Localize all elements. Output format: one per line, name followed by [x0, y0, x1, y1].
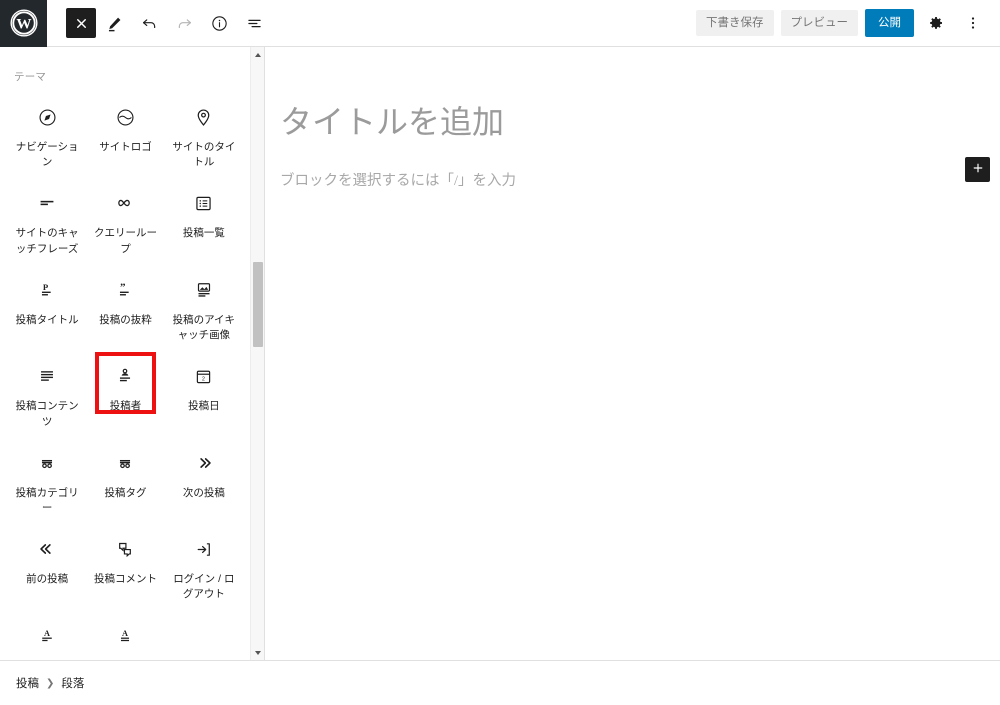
block-item-next-post[interactable]: 次の投稿 [165, 438, 243, 524]
publish-button[interactable]: 公開 [865, 8, 914, 38]
block-item-term-description[interactable]: A タームの説明 [8, 611, 86, 660]
post-excerpt-icon: ” [114, 277, 136, 303]
next-post-icon [193, 450, 215, 476]
block-inserter-scroll-content: テーマ ナビゲーション サイトロゴ サイトのタイトル サイトのキャッチフレーズ … [0, 47, 251, 660]
editor-canvas: タイトルを追加 ブロックを選択するには「/」を入力 [266, 47, 1000, 660]
svg-text:P: P [43, 282, 49, 292]
block-item-post-categories[interactable]: 投稿カテゴリー [8, 438, 86, 524]
svg-text:W: W [16, 15, 31, 32]
site-title-icon [193, 104, 214, 130]
site-logo-icon [115, 104, 136, 130]
block-item-post-author[interactable]: 投稿者 [86, 351, 164, 437]
term-description-icon: A [36, 623, 58, 649]
block-item-label: サイトロゴ [99, 141, 152, 153]
block-item-previous-post[interactable]: 前の投稿 [8, 524, 86, 610]
block-item-label: 投稿日 [188, 400, 220, 413]
block-item-archive-title[interactable]: A アーカイブタイトル [86, 611, 164, 660]
block-item-post-comments[interactable]: 投稿コメント [86, 524, 164, 610]
pencil-icon-button[interactable] [98, 7, 131, 40]
block-item-label: サイトのタイトル [172, 141, 236, 169]
archive-title-icon: A [114, 623, 136, 649]
block-item-label: 投稿一覧 [182, 227, 225, 240]
breadcrumb: 投稿 ❯ 段落 [0, 660, 1000, 705]
block-inserter-panel: テーマ ナビゲーション サイトロゴ サイトのタイトル サイトのキャッチフレーズ … [0, 47, 265, 660]
wordpress-block-editor: W 下書き保存 プレビュー 公開 テーマ ナビゲーション サイトロゴ サイトのタ… [0, 0, 1000, 705]
block-item-post-list[interactable]: 投稿一覧 [165, 178, 243, 264]
block-item-post-date[interactable]: 2 投稿日 [165, 351, 243, 437]
save-draft-button[interactable]: 下書き保存 [696, 9, 774, 37]
block-item-query-loop[interactable]: クエリーループ [86, 178, 164, 264]
block-item-site-title[interactable]: サイトのタイトル [165, 92, 243, 178]
svg-text:2: 2 [202, 376, 205, 382]
post-title-input[interactable]: タイトルを追加 [274, 47, 1000, 144]
svg-text:A: A [44, 629, 50, 638]
post-comments-icon [114, 536, 136, 562]
scrollbar-thumb[interactable] [253, 262, 263, 347]
info-icon-button[interactable] [203, 7, 236, 40]
block-item-label: サイトのキャッチフレーズ [15, 227, 79, 255]
block-item-label: ナビゲーション [15, 141, 79, 169]
redo-icon-button[interactable] [168, 7, 201, 40]
site-tagline-icon [36, 190, 58, 216]
toolbar-right-group: 下書き保存 プレビュー 公開 [696, 8, 1000, 38]
sidebar-scrollbar[interactable] [250, 47, 264, 660]
add-block-button[interactable] [965, 157, 990, 182]
post-content-icon [36, 363, 58, 389]
toolbar-left-group [47, 7, 271, 40]
plus-icon [971, 161, 985, 178]
block-item-label: 投稿カテゴリー [15, 486, 79, 514]
post-categories-icon [36, 450, 58, 476]
post-date-icon: 2 [193, 363, 214, 389]
list-view-icon-button[interactable] [238, 7, 271, 40]
gear-icon-button[interactable] [921, 8, 951, 38]
scroll-down-arrow-icon[interactable] [251, 645, 264, 660]
wordpress-logo[interactable]: W [0, 0, 47, 47]
scroll-up-arrow-icon[interactable] [251, 47, 264, 62]
block-item-post-excerpt[interactable]: ” 投稿の抜粋 [86, 265, 164, 351]
breadcrumb-item-paragraph[interactable]: 段落 [61, 675, 84, 691]
block-item-label: 投稿のアイキャッチ画像 [172, 313, 236, 342]
query-loop-icon [114, 190, 136, 216]
undo-icon-button[interactable] [133, 7, 166, 40]
block-item-post-tags[interactable]: 投稿タグ [86, 438, 164, 524]
block-item-login-logout[interactable]: ログイン / ログアウト [165, 524, 243, 610]
post-list-icon [193, 190, 214, 216]
block-item-site-tagline[interactable]: サイトのキャッチフレーズ [8, 178, 86, 264]
post-title-icon: P [36, 277, 58, 303]
close-icon-button[interactable] [66, 8, 96, 38]
block-grid: ナビゲーション サイトロゴ サイトのタイトル サイトのキャッチフレーズ クエリー… [0, 84, 251, 660]
breadcrumb-separator: ❯ [46, 677, 55, 689]
block-item-site-logo[interactable]: サイトロゴ [86, 92, 164, 178]
block-item-post-title[interactable]: P 投稿タイトル [8, 265, 86, 351]
block-item-label: 投稿タグ [104, 486, 147, 499]
block-item-label: 投稿者 [109, 400, 142, 413]
navigation-icon [37, 104, 58, 130]
post-author-icon [114, 363, 136, 389]
post-tags-icon [114, 450, 136, 476]
block-item-label: 前の投稿 [26, 573, 69, 586]
block-item-navigation[interactable]: ナビゲーション [8, 92, 86, 178]
previous-post-icon [36, 536, 58, 562]
login-logout-icon [193, 536, 214, 562]
block-item-label: クエリーループ [93, 227, 157, 255]
post-body-paragraph-input[interactable]: ブロックを選択するには「/」を入力 [274, 144, 1000, 193]
block-item-label: 投稿コンテンツ [15, 400, 79, 428]
block-item-post-content[interactable]: 投稿コンテンツ [8, 351, 86, 437]
block-item-label: 投稿コメント [93, 573, 157, 586]
svg-text:A: A [123, 629, 129, 638]
preview-button[interactable]: プレビュー [780, 9, 858, 37]
breadcrumb-item-post[interactable]: 投稿 [16, 675, 39, 691]
block-item-label: 次の投稿 [182, 486, 225, 499]
editor-top-toolbar: W 下書き保存 プレビュー 公開 [0, 0, 1000, 47]
block-item-label: 投稿の抜粋 [99, 313, 152, 326]
block-item-label: 投稿タイトル [15, 313, 79, 326]
block-item-featured-image[interactable]: 投稿のアイキャッチ画像 [165, 265, 243, 351]
block-item-label: ログイン / ログアウト [173, 573, 235, 601]
block-category-heading: テーマ [14, 71, 47, 83]
featured-image-icon [193, 277, 215, 303]
kebab-menu-icon-button[interactable] [958, 8, 988, 38]
